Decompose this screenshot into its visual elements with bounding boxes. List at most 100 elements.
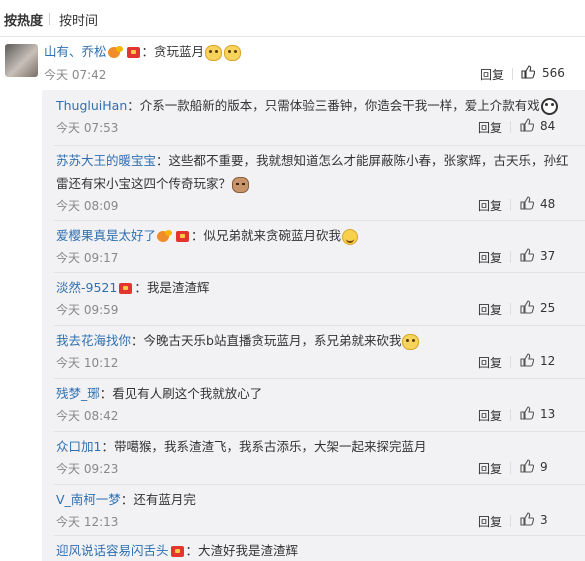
vip-badge-icon bbox=[157, 230, 173, 243]
reply-body: 今晚古天乐b站直播贪玩蓝月，系兄弟就来砍我 bbox=[143, 333, 402, 348]
reply-text-continued: 雷还有宋小宝这四个传奇玩家？ bbox=[56, 174, 250, 194]
sort-tabs: 按热度 按时间 bbox=[0, 0, 585, 37]
like-count: 84 bbox=[540, 119, 556, 133]
main-comment-text: 山有、乔松 ：贪玩蓝月 bbox=[44, 42, 242, 62]
reply-body: 似兄弟就来贪碗蓝月砍我 bbox=[203, 228, 342, 243]
divider bbox=[54, 431, 585, 432]
reply-time: 今天 12:13 bbox=[56, 515, 119, 529]
reply-button[interactable]: 回复 bbox=[478, 460, 502, 477]
divider bbox=[510, 199, 511, 211]
reply-button[interactable]: 回复 bbox=[478, 301, 502, 318]
like-count: 566 bbox=[542, 66, 565, 80]
main-comment-user2[interactable]: 乔松 bbox=[82, 44, 107, 59]
vip-badge-icon bbox=[107, 46, 124, 59]
divider bbox=[510, 515, 511, 527]
divider bbox=[510, 121, 511, 133]
cat-emoji-icon bbox=[205, 44, 223, 61]
divider bbox=[54, 145, 585, 146]
like-count: 37 bbox=[540, 249, 556, 263]
reply-username[interactable]: V_南柯一梦 bbox=[56, 492, 121, 507]
emoji-icon bbox=[342, 228, 359, 245]
main-comment-body: 贪玩蓝月 bbox=[154, 44, 205, 59]
thumbs-up-icon[interactable] bbox=[520, 196, 534, 210]
red-envelope-badge-icon bbox=[170, 546, 184, 557]
reply-body: 还有蓝月完 bbox=[133, 492, 196, 507]
reply-username[interactable]: 迎风说话容易闪舌头 bbox=[56, 543, 169, 558]
reply-text: ThugluiHan：介系一款船新的版本，只需体验三番钟，你造会干我一样，爱上介… bbox=[56, 96, 559, 116]
reply-body: 这些都不重要，我就想知道怎么才能屏蔽陈小春，张家辉，古天乐，孙红 bbox=[168, 153, 569, 168]
like-count: 3 bbox=[540, 513, 548, 527]
divider bbox=[510, 303, 511, 315]
thumbs-up-icon[interactable] bbox=[520, 512, 534, 526]
reply-time: 今天 10:12 bbox=[56, 356, 119, 370]
reply-text: V_南柯一梦：还有蓝月完 bbox=[56, 492, 196, 507]
main-comment-user1[interactable]: 山有、 bbox=[44, 44, 82, 59]
divider bbox=[54, 484, 585, 485]
reply-button[interactable]: 回复 bbox=[478, 119, 502, 136]
reply-time: 今天 07:53 bbox=[56, 121, 119, 135]
reply-button[interactable]: 回复 bbox=[478, 197, 502, 214]
emoji-icon bbox=[232, 176, 250, 193]
thumbs-up-icon[interactable] bbox=[520, 248, 534, 262]
red-envelope-badge-icon bbox=[126, 47, 140, 58]
divider bbox=[510, 409, 511, 421]
divider bbox=[510, 251, 511, 263]
red-envelope-badge-icon bbox=[176, 231, 190, 242]
thumbs-up-icon[interactable] bbox=[521, 65, 535, 79]
divider bbox=[54, 325, 585, 326]
reply-text: 众口加1：带噶猴，我系渣渣飞，我系古添乐，大架一起来探完蓝月 bbox=[56, 439, 427, 454]
reply-body: 看见有人刷这个我就放心了 bbox=[112, 386, 263, 401]
thumbs-up-icon[interactable] bbox=[520, 118, 534, 132]
avatar[interactable] bbox=[5, 44, 38, 77]
red-envelope-badge-icon bbox=[119, 283, 133, 294]
like-count: 13 bbox=[540, 407, 556, 421]
reply-button[interactable]: 回复 bbox=[478, 513, 502, 530]
main-comment-time: 今天 07:42 bbox=[44, 68, 107, 82]
reply-time: 今天 09:23 bbox=[56, 462, 119, 476]
thumbs-up-icon[interactable] bbox=[520, 300, 534, 314]
divider bbox=[512, 68, 513, 80]
reply-button[interactable]: 回复 bbox=[478, 249, 502, 266]
reply-username[interactable]: 爱樱果真是太好了 bbox=[56, 228, 156, 243]
divider bbox=[510, 462, 511, 474]
divider bbox=[54, 220, 585, 221]
reply-username[interactable]: 我去花海找你 bbox=[56, 333, 131, 348]
like-count: 12 bbox=[540, 354, 556, 368]
like-count: 9 bbox=[540, 460, 548, 474]
reply-username[interactable]: 众口加1 bbox=[56, 439, 101, 454]
reply-username[interactable]: 淡然-9521 bbox=[56, 280, 117, 295]
reply-body: 大渣好我是渣渣辉 bbox=[198, 543, 299, 558]
divider bbox=[54, 378, 585, 379]
thumbs-up-icon[interactable] bbox=[520, 459, 534, 473]
reply-button[interactable]: 回复 bbox=[480, 66, 504, 83]
tab-divider bbox=[49, 13, 50, 25]
reply-body: 带噶猴，我系渣渣飞，我系古添乐，大架一起来探完蓝月 bbox=[113, 439, 427, 454]
thumbs-up-icon[interactable] bbox=[520, 406, 534, 420]
reply-text: 爱樱果真是太好了 ：似兄弟就来贪碗蓝月砍我 bbox=[56, 226, 359, 246]
divider bbox=[54, 535, 585, 536]
divider bbox=[510, 356, 511, 368]
reply-text: 苏苏大王的暖宝宝：这些都不重要，我就想知道怎么才能屏蔽陈小春，张家辉，古天乐，孙… bbox=[56, 153, 569, 168]
reply-body: 我是渣渣辉 bbox=[146, 280, 210, 295]
reply-time: 今天 08:42 bbox=[56, 409, 119, 423]
reply-text: 残梦_琊：看见有人刷这个我就放心了 bbox=[56, 386, 263, 401]
reply-time: 今天 08:09 bbox=[56, 199, 119, 213]
emoji-icon bbox=[402, 333, 420, 350]
reply-body: 介系一款船新的版本，只需体验三番钟，你造会干我一样，爱上介款有戏 bbox=[139, 98, 540, 113]
reply-time: 今天 09:59 bbox=[56, 303, 119, 317]
reply-time: 今天 09:17 bbox=[56, 251, 119, 265]
emoji-icon bbox=[540, 98, 558, 115]
reply-button[interactable]: 回复 bbox=[478, 354, 502, 371]
reply-button[interactable]: 回复 bbox=[478, 407, 502, 424]
tab-sort-by-time[interactable]: 按时间 bbox=[59, 10, 98, 29]
reply-text: 淡然-9521 ：我是渣渣辉 bbox=[56, 280, 210, 295]
reply-username[interactable]: 残梦_琊 bbox=[56, 386, 100, 401]
reply-username[interactable]: ThugluiHan bbox=[56, 98, 127, 113]
cat-emoji-icon bbox=[224, 44, 242, 61]
reply-username[interactable]: 苏苏大王的暖宝宝 bbox=[56, 153, 156, 168]
thumbs-up-icon[interactable] bbox=[520, 353, 534, 367]
like-count: 25 bbox=[540, 301, 556, 315]
divider bbox=[54, 272, 585, 273]
reply-text: 迎风说话容易闪舌头 ：大渣好我是渣渣辉 bbox=[56, 543, 299, 558]
tab-sort-by-hot[interactable]: 按热度 bbox=[4, 10, 43, 29]
